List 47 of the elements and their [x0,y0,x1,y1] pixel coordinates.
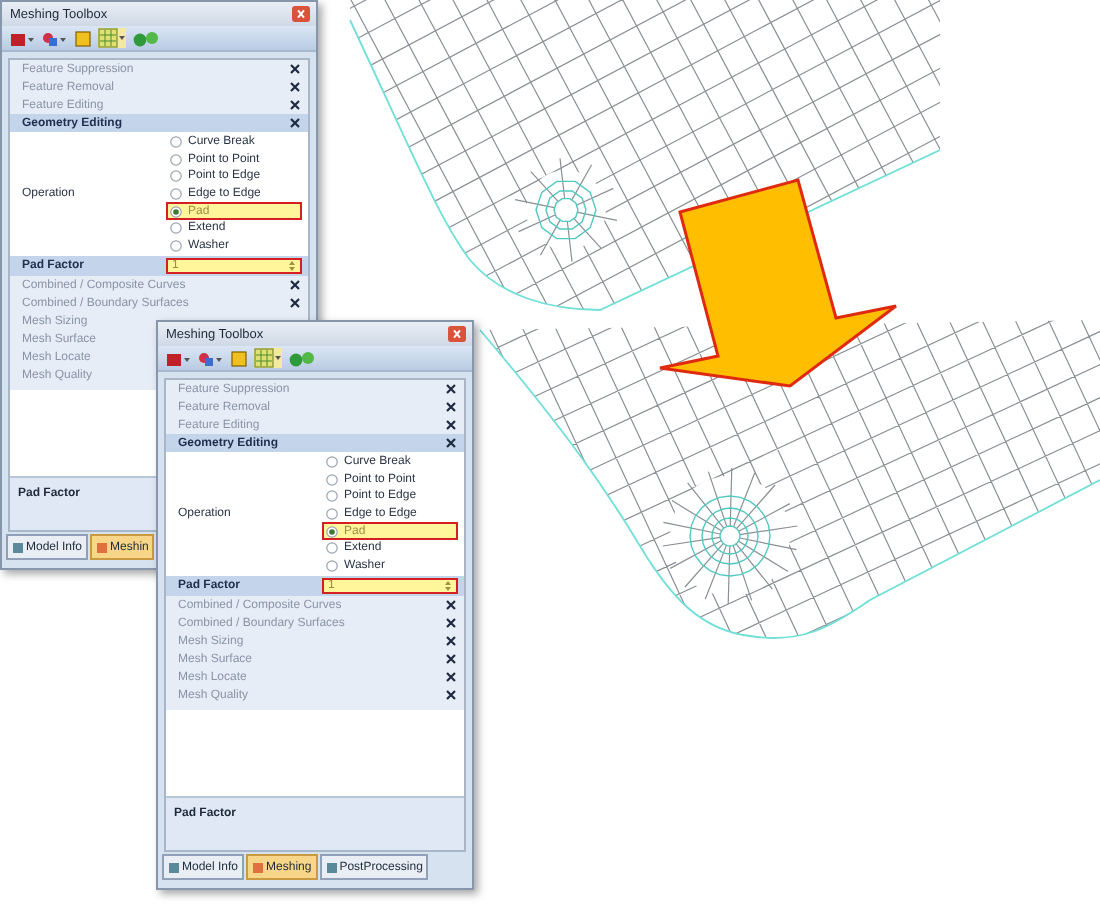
radio-button[interactable] [170,136,182,149]
radio-button[interactable] [326,490,338,503]
radio-button[interactable] [170,188,182,201]
close-icon[interactable] [446,654,456,665]
spinner-icon[interactable] [288,260,296,273]
radio-button[interactable] [326,456,338,469]
cube-icon[interactable] [74,29,92,47]
block-icon[interactable] [166,349,192,367]
radio-button[interactable] [326,525,338,538]
close-icon[interactable] [446,618,456,629]
radio-button[interactable] [170,239,182,252]
close-icon[interactable] [290,118,300,128]
radio-button[interactable] [326,559,338,572]
radio-button[interactable] [170,222,182,235]
close-icon[interactable] [290,64,300,74]
close-icon[interactable] [290,82,300,92]
tab-icon [325,861,338,873]
close-icon[interactable] [446,600,456,611]
close-icon[interactable] [446,690,456,701]
close-icon[interactable] [446,384,456,394]
radio-button[interactable] [170,170,182,183]
block-icon[interactable] [10,29,36,47]
mesh-icon[interactable] [98,28,126,48]
spinner-icon[interactable] [444,580,452,593]
close-icon[interactable] [290,280,300,291]
shapes-icon[interactable] [42,29,68,47]
close-icon[interactable] [446,420,456,430]
mesh-icon[interactable] [254,348,282,368]
radio-button[interactable] [326,473,338,486]
tab-icon [96,541,109,553]
tab-icon [168,861,180,873]
tab-icon [12,541,24,553]
close-icon[interactable] [446,672,456,683]
close-button[interactable] [448,326,466,342]
radio-button[interactable] [326,542,338,555]
shapes-icon[interactable] [198,349,224,367]
close-icon[interactable] [446,402,456,412]
close-icon[interactable] [446,438,456,448]
close-icon[interactable] [290,100,300,110]
close-icon[interactable] [290,298,300,309]
radio-button[interactable] [170,153,182,166]
radio-button[interactable] [170,205,182,218]
cube-icon[interactable] [230,349,248,367]
close-button[interactable] [292,6,310,22]
radio-button[interactable] [326,508,338,521]
close-icon[interactable] [446,636,456,647]
tab-icon [252,861,265,873]
